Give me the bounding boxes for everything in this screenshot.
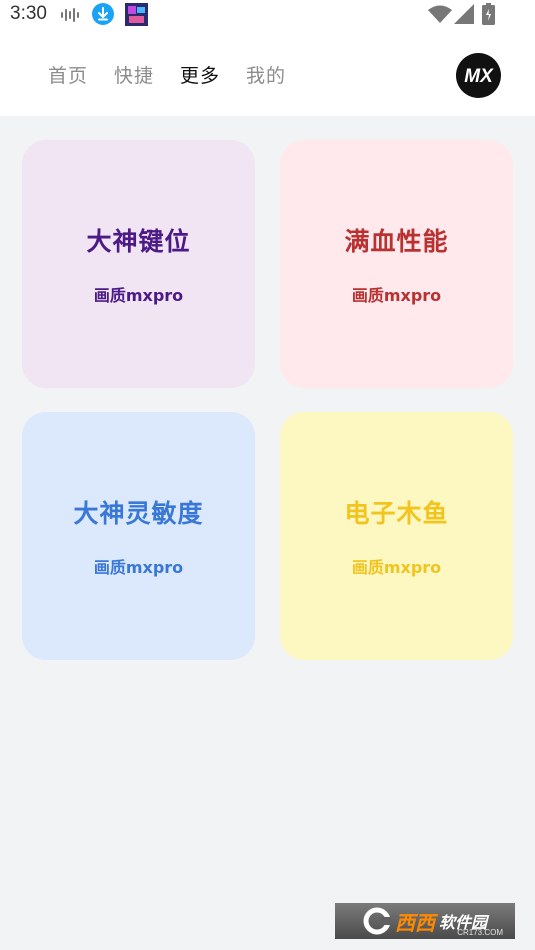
card-subtitle: 画质mxpro xyxy=(351,286,442,305)
watermark-main: 西西 xyxy=(394,910,435,935)
card-full-performance[interactable]: 满血性能 画质mxpro xyxy=(280,140,513,388)
app-thumbnail-icon xyxy=(125,3,148,30)
top-navigation: 首页 快捷 更多 我的 MX xyxy=(0,30,535,116)
watermark-url: CR173.COM xyxy=(457,928,503,937)
card-subtitle: 画质mxpro xyxy=(93,286,184,305)
avatar-text: MX xyxy=(464,66,494,87)
card-master-keymap[interactable]: 大神键位 画质mxpro xyxy=(22,140,255,388)
card-title: 大神键位 xyxy=(86,227,191,256)
card-title: 满血性能 xyxy=(344,227,449,256)
avatar-mx-logo[interactable]: MX xyxy=(456,53,501,98)
status-bar: 3:30 xyxy=(0,0,535,30)
tab-home[interactable]: 首页 xyxy=(48,61,88,88)
battery-icon xyxy=(482,3,495,29)
card-title: 电子木鱼 xyxy=(344,499,449,528)
tab-more[interactable]: 更多 xyxy=(180,61,220,88)
card-subtitle: 画质mxpro xyxy=(351,558,442,577)
watermark-c-icon xyxy=(363,907,391,935)
tab-shortcuts[interactable]: 快捷 xyxy=(114,61,154,88)
status-time: 3:30 xyxy=(10,3,47,24)
card-electronic-woodfish[interactable]: 电子木鱼 画质mxpro xyxy=(280,412,513,660)
download-icon xyxy=(92,3,114,29)
card-subtitle: 画质mxpro xyxy=(93,558,184,577)
tab-mine[interactable]: 我的 xyxy=(246,61,286,88)
signal-icon xyxy=(454,4,474,28)
audio-wave-icon xyxy=(60,7,82,27)
watermark-logo: 西西 软件园 CR173.COM xyxy=(335,903,515,939)
card-master-sensitivity[interactable]: 大神灵敏度 画质mxpro xyxy=(22,412,255,660)
card-title: 大神灵敏度 xyxy=(73,499,204,528)
wifi-icon xyxy=(428,5,452,27)
